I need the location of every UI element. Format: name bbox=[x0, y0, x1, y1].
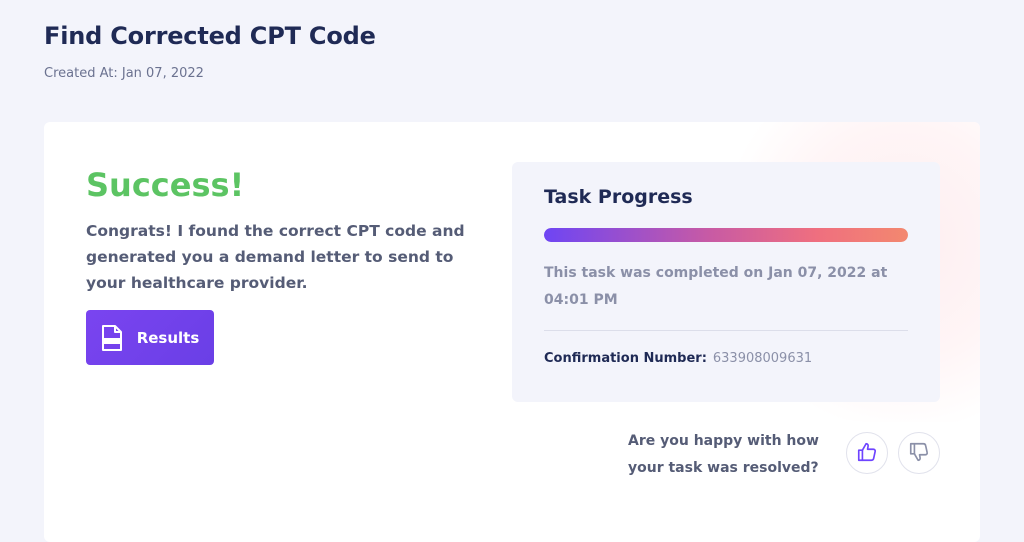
results-button-label: Results bbox=[136, 328, 200, 347]
page-title: Find Corrected CPT Code bbox=[44, 22, 376, 50]
success-heading: Success! bbox=[86, 166, 245, 204]
confirmation-number-value: 633908009631 bbox=[712, 351, 813, 366]
document-icon bbox=[101, 324, 123, 351]
task-result-card: Success! Congrats! I found the correct C… bbox=[44, 122, 980, 542]
created-at-date: Created At: Jan 07, 2022 bbox=[44, 66, 204, 81]
task-progress-title: Task Progress bbox=[544, 186, 693, 208]
completion-status-text: This task was completed on Jan 07, 2022 … bbox=[544, 265, 888, 308]
success-message: Congrats! I found the correct CPT code a… bbox=[86, 222, 465, 292]
confirmation-number-row: Confirmation Number: 633908009631 bbox=[544, 351, 812, 366]
thumbs-up-button[interactable] bbox=[846, 432, 888, 474]
divider bbox=[544, 330, 908, 331]
progress-bar-fill bbox=[544, 228, 908, 242]
thumbs-down-button[interactable] bbox=[898, 432, 940, 474]
thumbs-down-icon bbox=[908, 441, 930, 466]
results-button[interactable]: Results bbox=[86, 310, 214, 365]
thumbs-up-icon bbox=[856, 441, 878, 466]
confirmation-number-label: Confirmation Number: bbox=[544, 351, 707, 366]
task-progress-panel: Task Progress This task was completed on… bbox=[512, 162, 940, 402]
feedback-question: Are you happy with how your task was res… bbox=[628, 433, 819, 476]
progress-bar bbox=[544, 228, 908, 242]
